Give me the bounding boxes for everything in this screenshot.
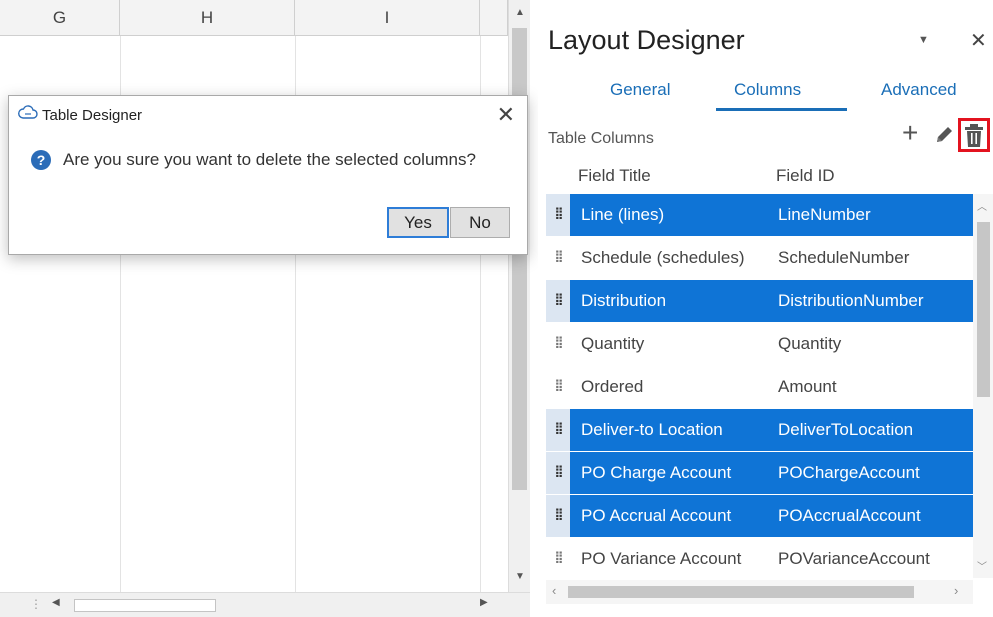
column-header-next[interactable] xyxy=(480,0,508,36)
scroll-thumb[interactable] xyxy=(977,222,990,397)
drag-handle-icon[interactable]: ⁞⁞ xyxy=(546,495,570,537)
list-item[interactable]: ⁞⁞ Quantity Quantity xyxy=(546,323,973,365)
tab-advanced[interactable]: Advanced xyxy=(881,80,957,100)
field-title: Line (lines) xyxy=(581,205,665,224)
confirm-delete-dialog: Table Designer ✕ ? Are you sure you want… xyxy=(8,95,528,255)
split-handle-icon[interactable]: ⋮ xyxy=(30,597,42,611)
list-vertical-scrollbar[interactable]: ︿ ﹀ xyxy=(973,194,993,578)
field-id: POAccrualAccount xyxy=(778,506,921,525)
scroll-up-icon[interactable]: ▲ xyxy=(509,2,531,24)
field-id: Quantity xyxy=(778,334,842,353)
list-item[interactable]: ⁞⁞ Ordered Amount xyxy=(546,366,973,408)
spreadsheet: G H I ▲ ▼ ⋮ ◀ ▶ xyxy=(0,0,530,617)
scroll-right-icon[interactable]: › xyxy=(954,583,958,598)
field-title: Schedule (schedules) xyxy=(581,248,745,267)
field-id: POChargeAccount xyxy=(778,463,920,482)
field-id: POVarianceAccount xyxy=(778,549,930,568)
plus-icon[interactable]: + xyxy=(902,117,918,149)
list-item[interactable]: ⁞⁞ PO Charge Account POChargeAccount xyxy=(546,452,973,494)
scroll-thumb[interactable] xyxy=(568,586,914,598)
question-icon: ? xyxy=(31,150,51,170)
scroll-left-icon[interactable]: ◀ xyxy=(52,597,60,608)
field-title: PO Charge Account xyxy=(581,463,732,482)
active-tab-indicator xyxy=(716,108,847,111)
drag-handle-icon[interactable]: ⁞⁞ xyxy=(546,280,570,322)
list-horizontal-scrollbar[interactable]: ‹ › xyxy=(546,580,973,604)
header-field-title: Field Title xyxy=(578,166,651,185)
section-label: Table Columns xyxy=(548,130,654,147)
field-id: ScheduleNumber xyxy=(778,248,910,267)
pencil-icon[interactable] xyxy=(933,124,955,146)
list-item[interactable]: ⁞⁞ PO Variance Account POVarianceAccount xyxy=(546,538,973,578)
field-title: PO Accrual Account xyxy=(581,506,732,525)
scroll-up-icon[interactable]: ︿ xyxy=(977,198,987,213)
list-item[interactable]: ⁞⁞ Deliver-to Location DeliverToLocation xyxy=(546,409,973,451)
drag-handle-icon[interactable]: ⁞⁞ xyxy=(546,538,570,578)
sheet-horizontal-scrollbar[interactable]: ⋮ ◀ ▶ xyxy=(0,592,530,617)
field-id: DistributionNumber xyxy=(778,291,924,310)
field-id: LineNumber xyxy=(778,205,871,224)
field-title: PO Variance Account xyxy=(581,549,742,568)
dialog-title: Table Designer xyxy=(18,105,142,125)
list-item[interactable]: ⁞⁞ Distribution DistributionNumber xyxy=(546,280,973,322)
columns-list: ⁞⁞ Line (lines) LineNumber ⁞⁞ Schedule (sche… xyxy=(546,194,973,578)
list-item[interactable]: ⁞⁞ Line (lines) LineNumber xyxy=(546,194,973,236)
column-header-h[interactable]: H xyxy=(120,0,295,36)
field-title: Distribution xyxy=(581,291,667,310)
no-button[interactable]: No xyxy=(450,207,510,238)
scroll-left-icon[interactable]: ‹ xyxy=(552,583,556,598)
column-header-i[interactable]: I xyxy=(295,0,480,36)
dialog-message: ? Are you sure you want to delete the se… xyxy=(31,150,476,170)
layout-designer-panel: Layout Designer ▼ ✕ General Columns Adva… xyxy=(538,0,993,617)
chevron-down-icon[interactable]: ▼ xyxy=(918,34,929,46)
drag-handle-icon[interactable]: ⁞⁞ xyxy=(546,452,570,494)
drag-handle-icon[interactable]: ⁞⁞ xyxy=(546,323,570,365)
yes-button[interactable]: Yes xyxy=(387,207,449,238)
scroll-down-icon[interactable]: ﹀ xyxy=(977,558,987,573)
field-id: DeliverToLocation xyxy=(778,420,914,439)
drag-handle-icon[interactable]: ⁞⁞ xyxy=(546,237,570,279)
column-headers: G H I xyxy=(0,0,508,36)
close-icon[interactable]: ✕ xyxy=(970,28,987,53)
tab-general[interactable]: General xyxy=(610,80,670,100)
list-item[interactable]: ⁞⁞ PO Accrual Account POAccrualAccount xyxy=(546,495,973,537)
scroll-down-icon[interactable]: ▼ xyxy=(509,566,531,588)
field-title: Deliver-to Location xyxy=(581,420,723,439)
drag-handle-icon[interactable]: ⁞⁞ xyxy=(546,194,570,236)
sheet-vertical-scrollbar[interactable]: ▲ ▼ xyxy=(508,0,530,592)
scroll-thumb[interactable] xyxy=(74,599,216,612)
field-title: Ordered xyxy=(581,377,644,396)
trash-icon[interactable] xyxy=(958,118,990,152)
tab-columns[interactable]: Columns xyxy=(734,80,801,100)
list-item[interactable]: ⁞⁞ Schedule (schedules) ScheduleNumber xyxy=(546,237,973,279)
cloud-app-icon xyxy=(18,105,38,125)
field-title: Quantity xyxy=(581,334,645,353)
dialog-title-text: Table Designer xyxy=(42,106,143,124)
dialog-message-text: Are you sure you want to delete the sele… xyxy=(63,150,476,169)
header-field-id: Field ID xyxy=(776,166,835,185)
panel-title: Layout Designer xyxy=(548,25,745,55)
close-icon[interactable]: ✕ xyxy=(497,102,515,128)
scroll-right-icon[interactable]: ▶ xyxy=(480,597,488,608)
drag-handle-icon[interactable]: ⁞⁞ xyxy=(546,366,570,408)
field-id: Amount xyxy=(778,377,837,396)
column-header-g[interactable]: G xyxy=(0,0,120,36)
drag-handle-icon[interactable]: ⁞⁞ xyxy=(546,409,570,451)
